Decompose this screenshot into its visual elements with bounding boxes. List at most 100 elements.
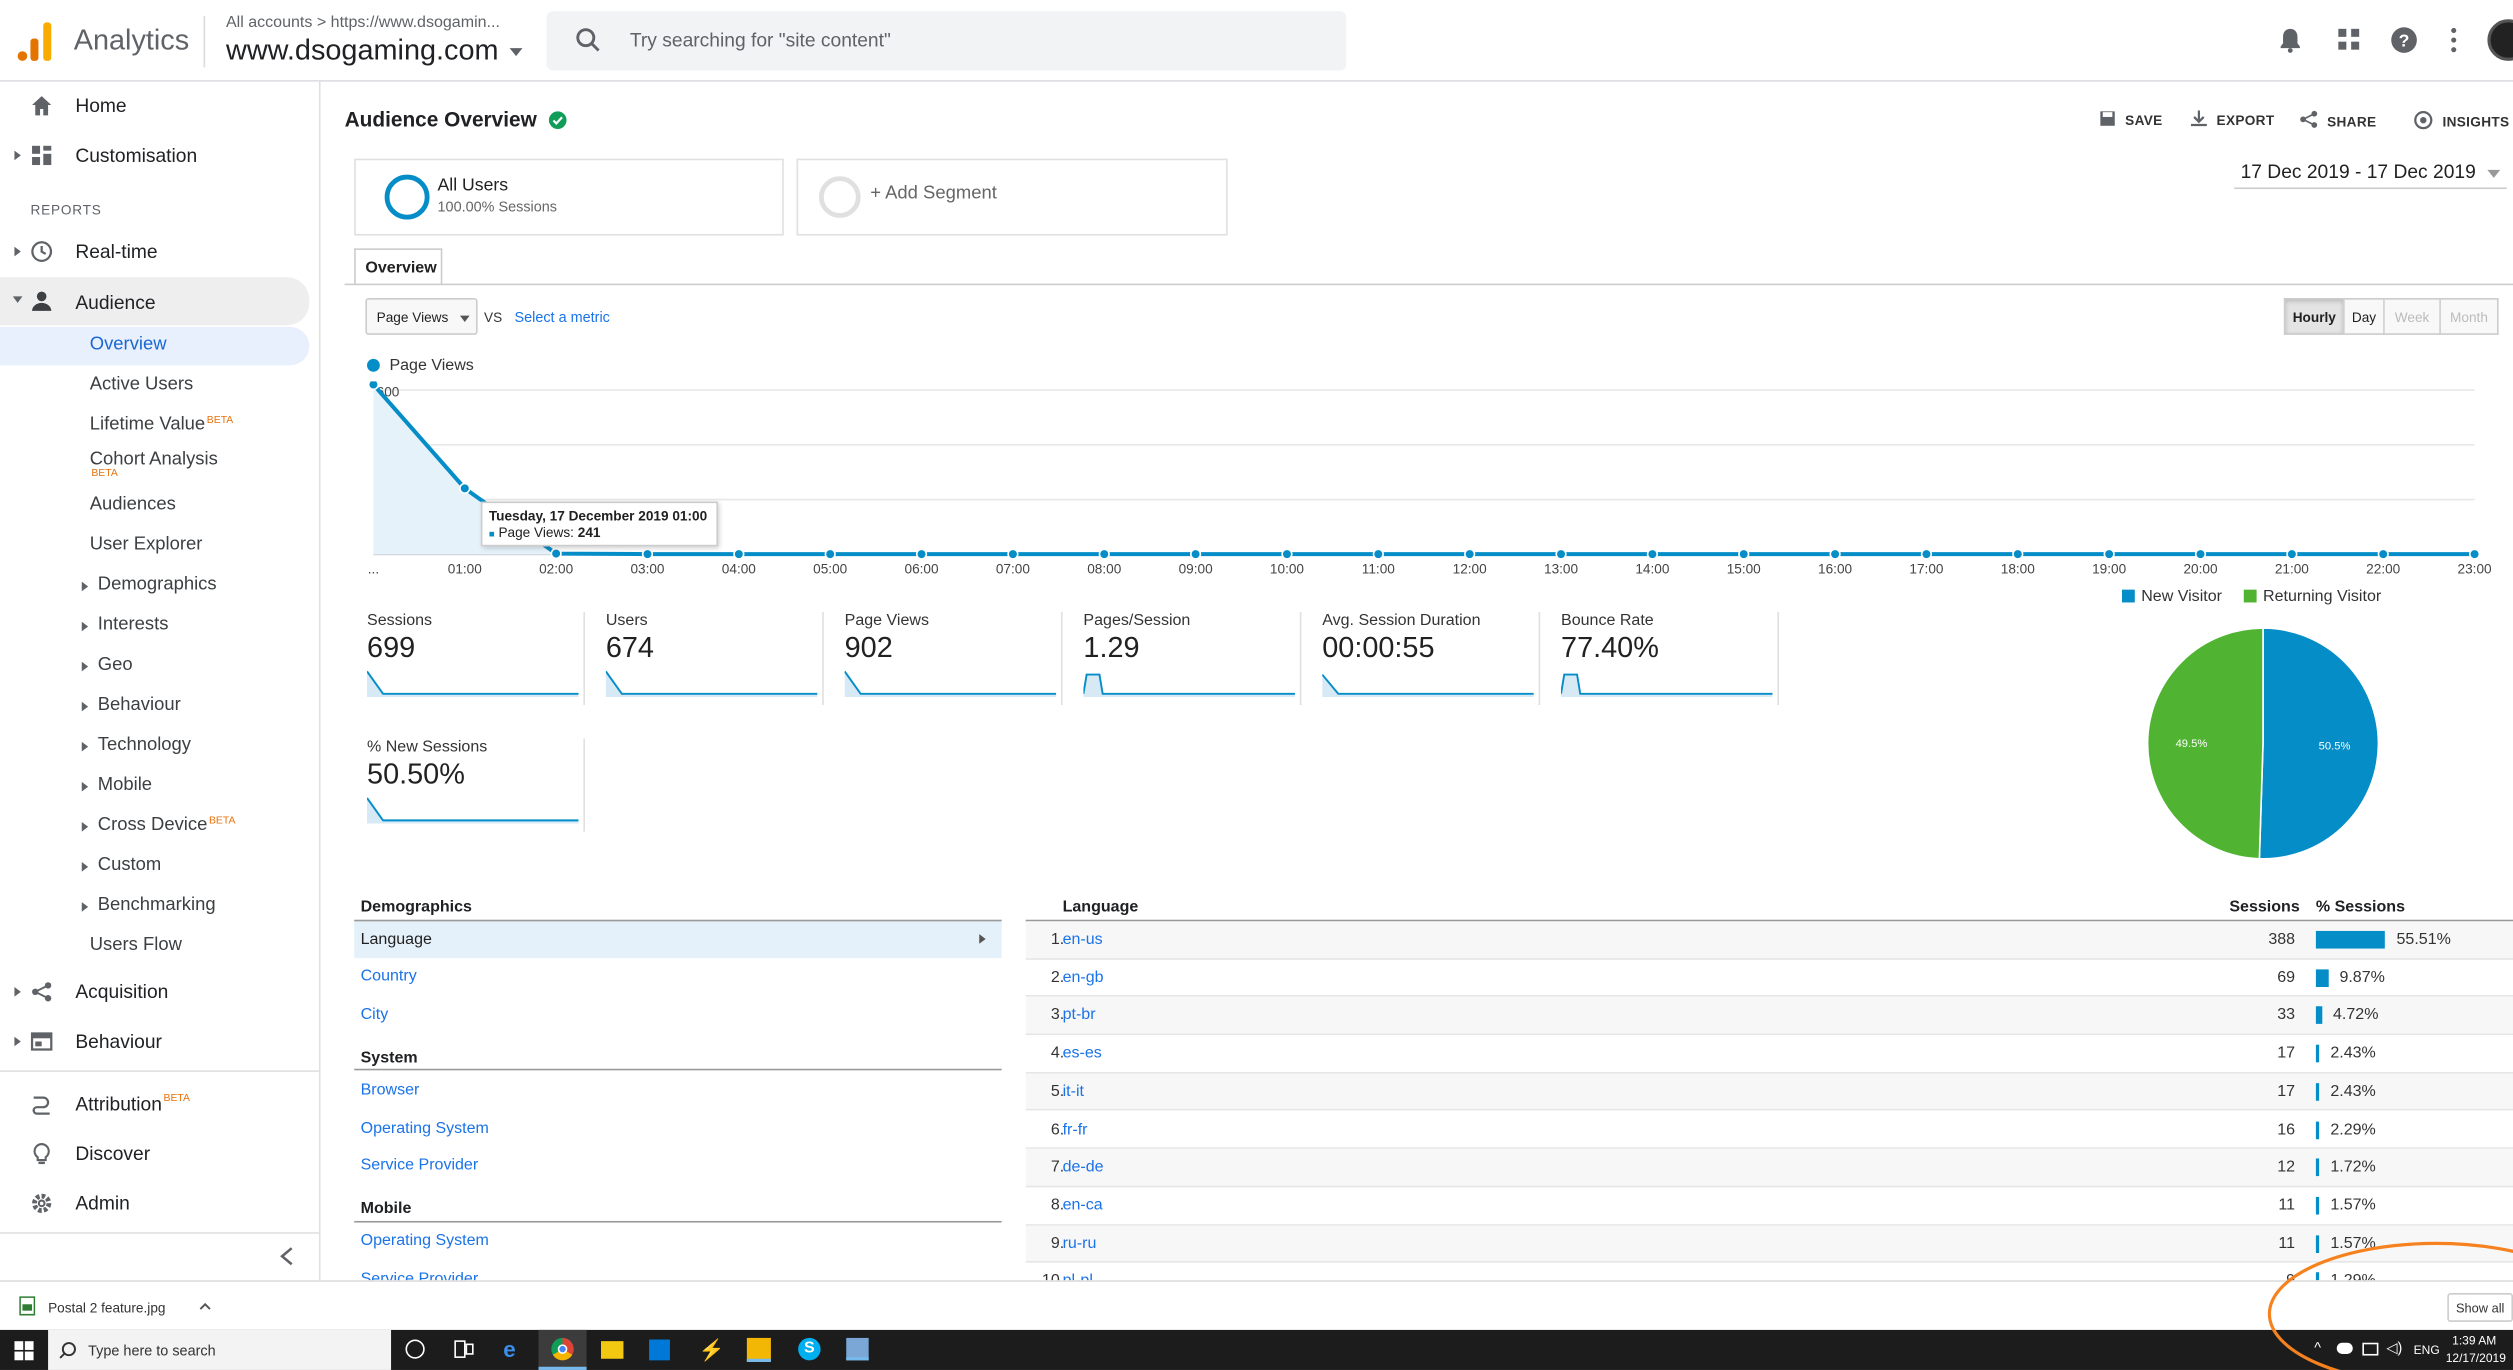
day-button[interactable]: Day [2344,298,2385,335]
file-explorer-icon[interactable] [601,1341,624,1359]
data-point[interactable] [2194,548,2207,560]
sidebar-item-mobile[interactable]: Mobile [0,768,309,806]
export-button[interactable]: EXPORT [2190,110,2275,128]
data-point[interactable] [1007,548,1019,560]
chevron-up-icon[interactable] [199,1301,212,1311]
table-row[interactable]: 4. es-es 17 2.43% [1025,1035,2513,1074]
bell-icon[interactable] [2276,26,2305,55]
data-point[interactable] [824,548,836,560]
save-button[interactable]: SAVE [2100,111,2163,128]
sidebar-item-audience[interactable]: Audience [0,277,310,326]
apps-grid-icon[interactable] [2335,26,2364,55]
sidebar-item-technology[interactable]: Technology [0,727,309,765]
demo-item-country[interactable]: Country [361,968,417,986]
metric-pages-session[interactable]: Pages/Session 1.29 [1083,612,1302,706]
sidebar-item-users-flow[interactable]: Users Flow [0,928,309,966]
chrome-taskbar-button[interactable] [538,1329,587,1370]
data-point[interactable] [1464,548,1476,560]
system-item-os[interactable]: Operating System [361,1120,489,1138]
add-segment-button[interactable]: + Add Segment [796,158,1228,236]
data-point[interactable] [2012,548,2024,560]
sidebar-item-attribution[interactable]: Attribution BETA [0,1082,309,1127]
analytics-logo-icon[interactable] [16,22,54,61]
data-point[interactable] [2377,548,2389,560]
metric-new-sessions[interactable]: % New Sessions 50.50% [367,738,585,832]
windows-start-icon[interactable] [14,1341,34,1361]
data-point[interactable] [915,548,928,560]
language-link[interactable]: fr-fr [1063,1121,1088,1139]
sidebar-item-audiences[interactable]: Audiences [0,487,309,525]
data-point[interactable] [2468,548,2481,560]
account-selector[interactable]: www.dsogaming.com [226,34,499,68]
system-item-browser[interactable]: Browser [361,1082,420,1100]
data-point[interactable] [1920,548,1933,560]
avatar[interactable] [2487,19,2513,61]
sidebar-item-custom[interactable]: Custom [0,848,309,886]
sidebar-item-discover[interactable]: Discover [0,1131,309,1176]
winamp-icon[interactable]: ⚡ [699,1338,725,1362]
data-point[interactable] [2286,548,2298,560]
sidebar-item-geo[interactable]: Geo [0,647,309,685]
sidebar-item-overview[interactable]: Overview [0,326,310,366]
metric-avg-session-duration[interactable]: Avg. Session Duration 00:00:55 [1322,612,1541,706]
table-row[interactable]: 7. de-de 12 1.72% [1025,1149,2513,1188]
data-point[interactable] [1372,548,1384,560]
tab-overview[interactable]: Overview [354,248,443,286]
edge-icon[interactable]: e [503,1338,525,1360]
sidebar-item-cross-device[interactable]: Cross Device BETA [0,808,309,846]
sidebar-item-cohort-analysis[interactable]: Cohort Analysis BETA [0,442,309,484]
system-item-service-provider[interactable]: Service Provider [361,1157,479,1175]
sidebar-item-behaviour-sub[interactable]: Behaviour [0,687,309,725]
notepad-icon[interactable] [846,1337,869,1361]
mobile-item-os[interactable]: Operating System [361,1232,489,1250]
data-point[interactable] [1098,548,1110,560]
store-icon[interactable] [649,1339,670,1361]
demo-item-language[interactable]: Language [354,919,1002,959]
sidebar-item-user-explorer[interactable]: User Explorer [0,527,309,565]
data-point[interactable] [1646,548,1658,560]
data-point[interactable] [733,548,745,560]
table-row[interactable]: 8. en-ca 11 1.57% [1025,1187,2513,1226]
app-icon[interactable] [746,1337,771,1362]
collapse-sidebar-icon[interactable] [279,1247,295,1266]
hourly-button[interactable]: Hourly [2283,298,2345,335]
sidebar-item-active-users[interactable]: Active Users [0,367,309,405]
metric-sessions[interactable]: Sessions 699 [367,612,585,706]
language-link[interactable]: pt-br [1063,1007,1096,1025]
language-link[interactable]: en-ca [1063,1197,1103,1215]
month-button[interactable]: Month [2440,298,2499,335]
sidebar-item-lifetime-value[interactable]: Lifetime Value BETA [0,407,309,445]
language-link[interactable]: ru-ru [1063,1235,1097,1253]
metric-select[interactable]: Page Views [365,298,478,335]
sidebar-item-acquisition[interactable]: Acquisition [0,969,309,1014]
more-vertical-icon[interactable] [2439,26,2468,55]
table-row[interactable]: 1. en-us 388 55.51% [1025,921,2513,960]
language-link[interactable]: es-es [1063,1045,1102,1063]
week-button[interactable]: Week [2384,298,2441,335]
sidebar-item-customisation[interactable]: Customisation [0,133,309,178]
metric-page-views[interactable]: Page Views 902 [844,612,1063,706]
data-point[interactable] [1555,548,1567,560]
download-file-name[interactable]: Postal 2 feature.jpg [48,1299,165,1315]
sidebar-item-demographics[interactable]: Demographics [0,567,309,605]
data-point[interactable] [1829,548,1841,560]
data-point[interactable] [1281,548,1293,560]
search-box[interactable]: Try searching for "site content" [546,11,1347,71]
taskbar-search-box[interactable]: Type here to search [48,1329,392,1370]
date-range-picker[interactable]: 17 Dec 2019 - 17 Dec 2019 [2241,160,2501,183]
select-metric-link[interactable]: Select a metric [514,309,609,325]
table-row[interactable]: 5. it-it 17 2.43% [1025,1073,2513,1112]
account-breadcrumb[interactable]: All accounts > https://www.dsogamin... [226,14,500,32]
sidebar-item-home[interactable]: Home [0,83,309,128]
data-point[interactable] [1190,548,1202,560]
table-row[interactable]: 3. pt-br 33 4.72% [1025,997,2513,1036]
task-view-icon[interactable] [454,1340,475,1359]
demo-item-city[interactable]: City [361,1006,389,1024]
language-link[interactable]: it-it [1063,1083,1084,1101]
cortana-icon[interactable] [405,1339,425,1359]
sidebar-item-admin[interactable]: Admin [0,1181,309,1226]
table-row[interactable]: 6. fr-fr 16 2.29% [1025,1111,2513,1150]
table-row[interactable]: 2. en-gb 69 9.87% [1025,959,2513,998]
chevron-down-icon[interactable] [509,48,523,57]
language-link[interactable]: de-de [1063,1159,1104,1177]
